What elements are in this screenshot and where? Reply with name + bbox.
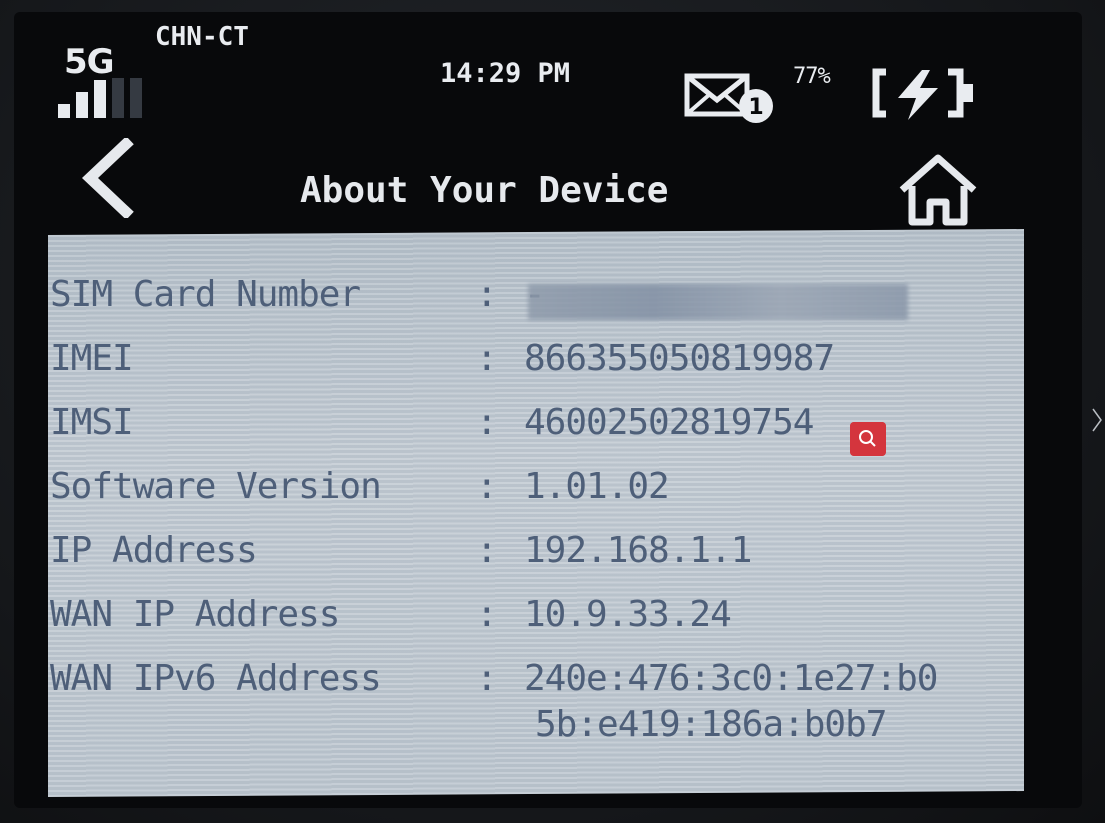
info-row-software-version: Software Version : 1.01.02 <box>50 466 1020 530</box>
info-value: 866355050819987 <box>524 338 835 379</box>
mail-icon[interactable]: 1 <box>684 68 776 124</box>
back-chevron-icon[interactable] <box>78 138 148 218</box>
battery-charging-icon <box>872 68 973 120</box>
signal-bars-icon <box>58 78 142 118</box>
info-separator: : <box>476 466 498 507</box>
info-label: IMEI <box>50 338 134 379</box>
info-label: IP Address <box>50 530 258 571</box>
info-label: IMSI <box>50 402 134 443</box>
info-separator: : <box>476 402 498 443</box>
info-row-wan-ip-address: WAN IP Address : 10.9.33.24 <box>50 594 1020 658</box>
info-label: SIM Card Number <box>50 274 361 315</box>
info-separator: : <box>476 658 498 699</box>
info-row-sim-card-number: SIM Card Number : - <box>50 274 1020 338</box>
info-row-imei: IMEI : 866355050819987 <box>50 338 1020 402</box>
network-type: 5G <box>64 42 115 82</box>
unread-count-badge: 1 <box>748 95 763 120</box>
chevron-right-icon[interactable] <box>1090 405 1104 435</box>
info-value-line-1: 240e:476:3c0:1e27:b0 <box>524 658 938 699</box>
home-icon[interactable] <box>896 150 980 230</box>
info-separator: : <box>476 274 498 315</box>
magnifier-icon[interactable] <box>850 422 886 456</box>
info-value-line-2: 5b:e419:186a:b0b7 <box>535 704 887 745</box>
info-separator: : <box>476 530 498 571</box>
info-separator: : <box>476 594 498 635</box>
device-info-list: SIM Card Number : - IMEI : 8663550508199… <box>50 274 1020 768</box>
carrier-name: CHN-CT <box>155 22 249 52</box>
info-value: 10.9.33.24 <box>524 594 732 635</box>
battery-percent: 77% <box>793 64 831 89</box>
info-value: 192.168.1.1 <box>524 530 752 571</box>
info-label: Software Version <box>50 466 382 507</box>
info-row-wan-ipv6-address: WAN IPv6 Address : 240e:476:3c0:1e27:b0 … <box>50 658 1020 768</box>
clock: 14:29 PM <box>440 58 571 89</box>
page-title: About Your Device <box>300 170 669 211</box>
info-value: 1.01.02 <box>524 466 670 507</box>
info-row-ip-address: IP Address : 192.168.1.1 <box>50 530 1020 594</box>
info-label: WAN IPv6 Address <box>50 658 382 699</box>
redacted-value-blur <box>528 284 908 320</box>
info-label: WAN IP Address <box>50 594 340 635</box>
info-separator: : <box>476 338 498 379</box>
info-value: 46002502819754 <box>524 402 814 443</box>
